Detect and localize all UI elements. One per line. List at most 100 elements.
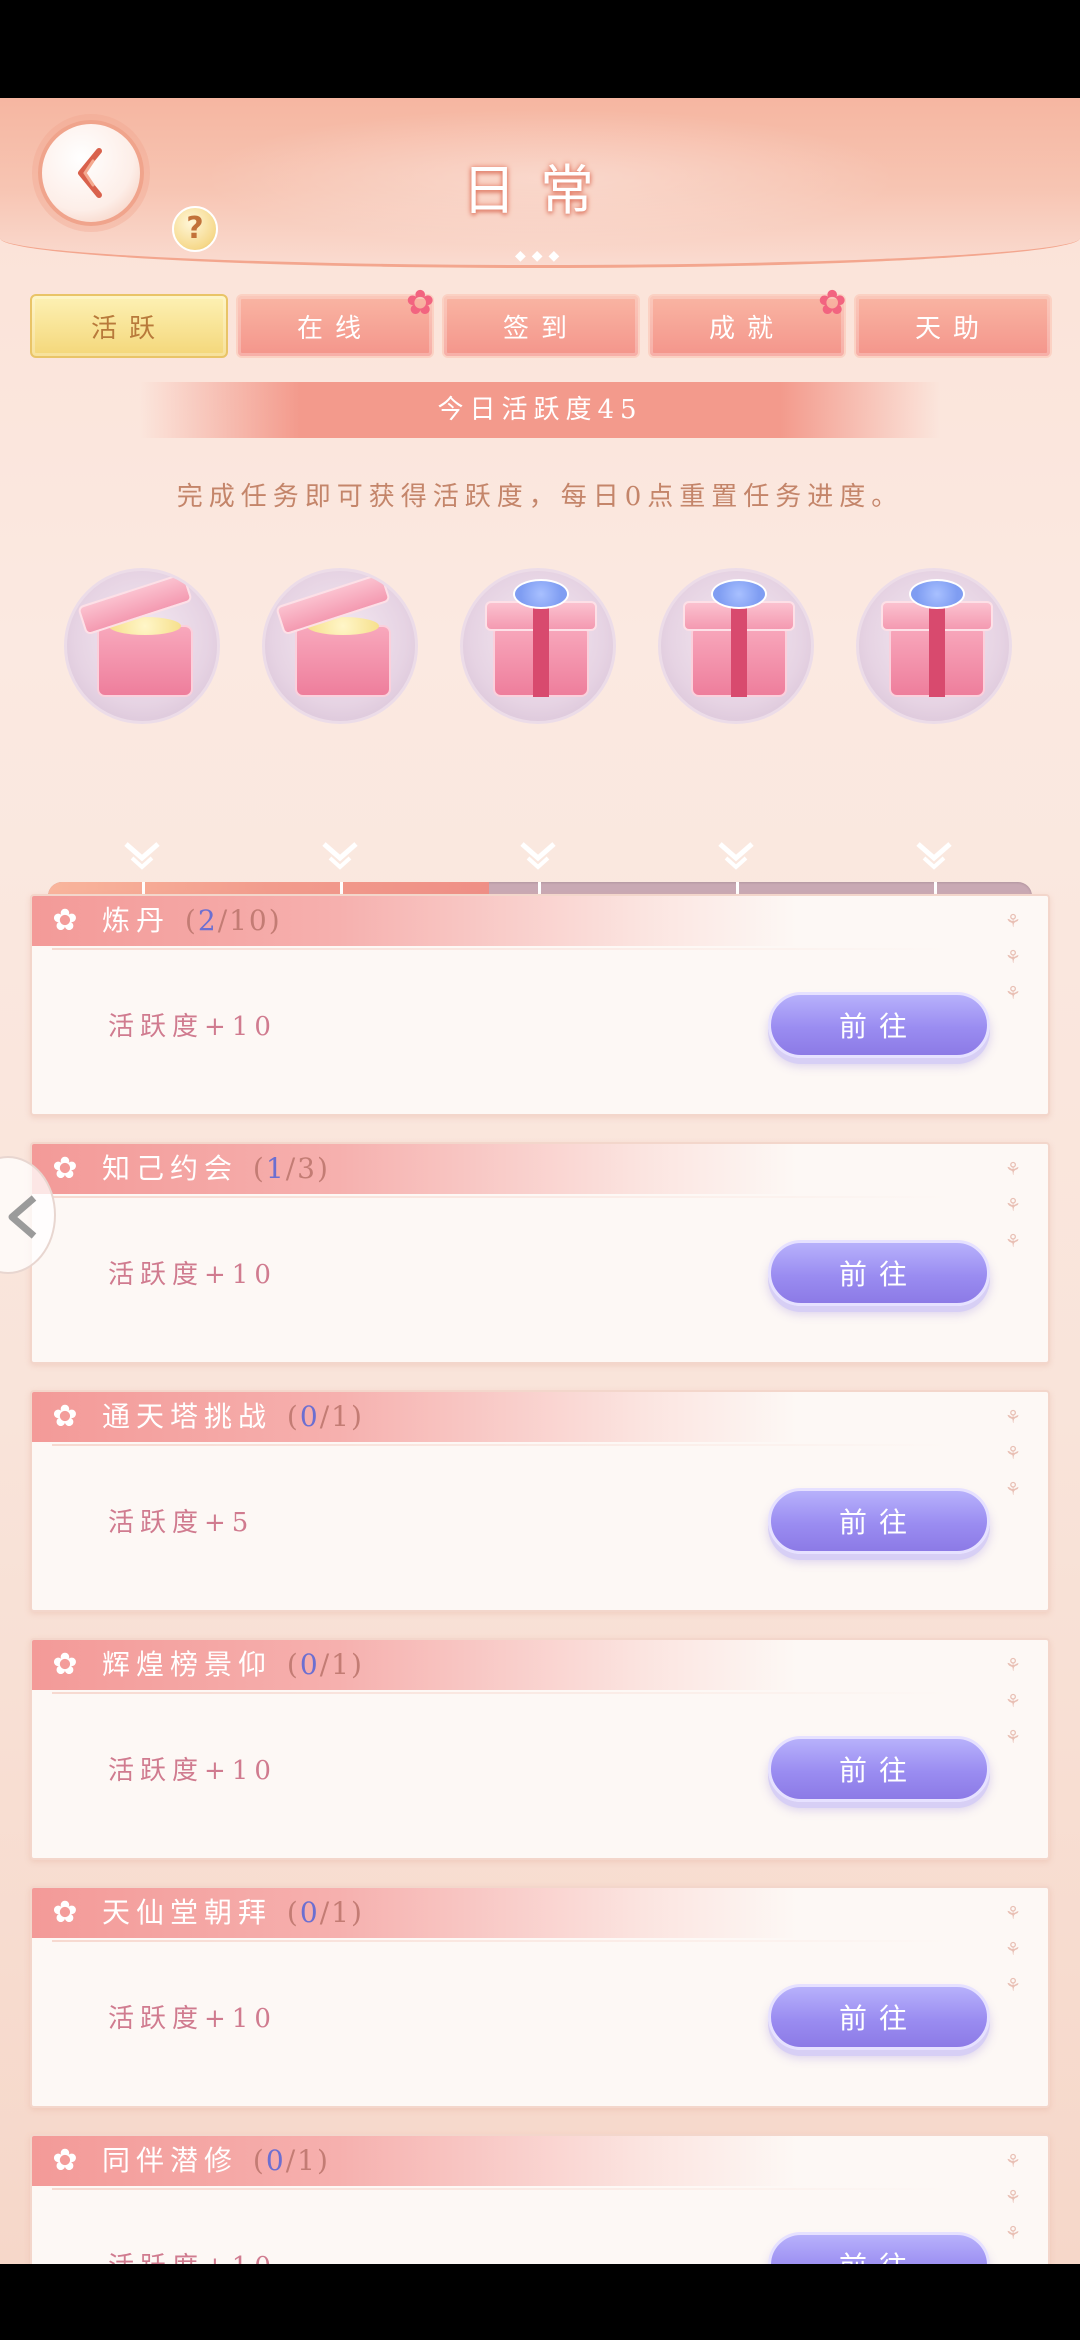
- divider: [52, 1692, 952, 1694]
- tab-label: 成就: [708, 313, 785, 344]
- gift-box-icon: [460, 568, 616, 724]
- gift-box-icon: [658, 568, 814, 724]
- flower-icon: ✿: [52, 903, 78, 938]
- flower-icon: ✿: [52, 1151, 78, 1186]
- task-title: 辉煌榜景仰 (0/1): [102, 1648, 364, 1682]
- go-button[interactable]: 前往: [768, 992, 990, 1058]
- butterfly-deco-icon: ⚘ ⚘ ⚘: [1004, 1903, 1022, 1996]
- task-card: ✿ 知己约会 (1/3) ⚘ ⚘ ⚘ 活跃度+10 前往: [30, 1142, 1050, 1364]
- butterfly-deco-icon: ⚘ ⚘ ⚘: [1004, 1159, 1022, 1252]
- task-progress-current: 0: [299, 1896, 320, 1929]
- reward-chest-50[interactable]: [460, 568, 616, 724]
- divider: [52, 1940, 952, 1942]
- task-progress: (1/3): [252, 1152, 330, 1185]
- task-title: 天仙堂朝拜 (0/1): [102, 1896, 364, 1930]
- navigation-bar: [0, 2264, 1080, 2340]
- butterfly-deco-icon: ⚘ ⚘ ⚘: [1004, 1407, 1022, 1500]
- gift-box-icon: [64, 568, 220, 724]
- divider: [52, 1444, 952, 1446]
- task-progress-total: /1: [319, 1896, 351, 1929]
- task-reward: 活跃度+10: [108, 1012, 277, 1042]
- reward-chest-10[interactable]: [64, 568, 220, 724]
- back-button[interactable]: [38, 120, 144, 226]
- marker-chevron-icon: [320, 840, 360, 870]
- reward-chest-120[interactable]: [856, 568, 1012, 724]
- go-button[interactable]: 前往: [768, 2232, 990, 2264]
- task-progress: (0/1): [286, 1648, 364, 1681]
- divider: [52, 948, 952, 950]
- task-progress-total: /3: [285, 1152, 317, 1185]
- tab-label: 天助: [914, 313, 991, 344]
- reward-chest-30[interactable]: [262, 568, 418, 724]
- task-name: 知己约会: [102, 1152, 239, 1185]
- tab-label: 活跃: [90, 313, 167, 344]
- task-progress-total: /10: [217, 904, 269, 937]
- activity-banner: 今日活跃度45: [140, 382, 940, 438]
- tab-bar: 活跃 在线 ✿ 签到 成就 ✿ 天助: [30, 286, 1052, 358]
- task-name: 炼丹: [102, 904, 171, 937]
- task-progress-current: 1: [265, 1152, 286, 1185]
- task-progress-total: /1: [285, 2144, 317, 2177]
- task-reward: 活跃度+10: [108, 1260, 277, 1290]
- tab-active-points[interactable]: 活跃: [30, 294, 228, 358]
- task-title: 同伴潜修 (0/1): [102, 2144, 330, 2178]
- task-progress: (0/1): [286, 1400, 364, 1433]
- page-title: 日常: [462, 159, 618, 222]
- task-card: ✿ 天仙堂朝拜 (0/1) ⚘ ⚘ ⚘ 活跃度+10 前往: [30, 1886, 1050, 2108]
- help-button[interactable]: ?: [172, 206, 218, 252]
- go-button[interactable]: 前往: [768, 1984, 990, 2050]
- flower-badge-icon: ✿: [406, 283, 447, 323]
- tab-online[interactable]: 在线 ✿: [236, 286, 435, 358]
- go-button[interactable]: 前往: [768, 1736, 990, 1802]
- task-name: 同伴潜修: [102, 2144, 239, 2177]
- marker-chevron-icon: [716, 840, 756, 870]
- task-reward: 活跃度+10: [108, 2004, 277, 2034]
- flower-icon: ✿: [52, 1399, 78, 1434]
- marker-chevron-icon: [914, 840, 954, 870]
- divider: [52, 1196, 952, 1198]
- task-card: ✿ 通天塔挑战 (0/1) ⚘ ⚘ ⚘ 活跃度+5 前往: [30, 1390, 1050, 1612]
- task-name: 通天塔挑战: [102, 1400, 273, 1433]
- reward-chest-80[interactable]: [658, 568, 814, 724]
- task-progress: (0/1): [252, 2144, 330, 2177]
- task-progress-current: 0: [299, 1400, 320, 1433]
- tab-label: 在线: [296, 313, 373, 344]
- task-name: 天仙堂朝拜: [102, 1896, 273, 1929]
- reward-row: [0, 568, 1080, 870]
- tab-sign-in[interactable]: 签到: [442, 294, 640, 358]
- task-progress-current: 0: [299, 1648, 320, 1681]
- go-button[interactable]: 前往: [768, 1488, 990, 1554]
- task-title: 知己约会 (1/3): [102, 1152, 330, 1186]
- task-reward: 活跃度+10: [108, 1756, 277, 1786]
- butterfly-deco-icon: ⚘ ⚘ ⚘: [1004, 2151, 1022, 2244]
- flower-icon: ✿: [52, 1895, 78, 1930]
- back-arrow-icon: [78, 148, 102, 198]
- task-title: 炼丹 (2/10): [102, 904, 282, 938]
- task-card: ✿ 炼丹 (2/10) ⚘ ⚘ ⚘ 活跃度+10 前往: [30, 894, 1050, 1116]
- task-progress-current: 0: [265, 2144, 286, 2177]
- header: 日常 ◆◆◆ ?: [0, 98, 1080, 268]
- task-card: ✿ 辉煌榜景仰 (0/1) ⚘ ⚘ ⚘ 活跃度+10 前往: [30, 1638, 1050, 1860]
- task-progress: (0/1): [286, 1896, 364, 1929]
- tab-blessing[interactable]: 天助: [854, 294, 1052, 358]
- task-progress: (2/10): [184, 904, 282, 937]
- go-button[interactable]: 前往: [768, 1240, 990, 1306]
- task-card: ✿ 同伴潜修 (0/1) ⚘⚘⚘ 活跃度+10 前往: [30, 2134, 1050, 2264]
- instruction-text: 完成任务即可获得活跃度，每日0点重置任务进度。: [176, 482, 904, 512]
- flower-icon: ✿: [52, 2143, 78, 2178]
- tab-achievement[interactable]: 成就 ✿: [648, 286, 847, 358]
- marker-chevron-icon: [122, 840, 162, 870]
- task-reward: 活跃度+10: [108, 2246, 277, 2264]
- flower-badge-icon: ✿: [818, 283, 859, 323]
- task-reward: 活跃度+5: [108, 1508, 255, 1538]
- butterfly-deco-icon: ⚘ ⚘ ⚘: [1004, 1655, 1022, 1748]
- task-progress-total: /1: [319, 1648, 351, 1681]
- daily-screen: 日常 ◆◆◆ ? 活跃 在线 ✿ 签到 成就 ✿ 天助 今日活跃度45 完成任务…: [0, 98, 1080, 2264]
- task-title: 通天塔挑战 (0/1): [102, 1400, 364, 1434]
- status-bar: [0, 0, 1080, 98]
- marker-chevron-icon: [518, 840, 558, 870]
- task-progress-current: 2: [197, 904, 218, 937]
- butterfly-deco-icon: ⚘ ⚘ ⚘: [1004, 911, 1022, 1004]
- gift-box-icon: [856, 568, 1012, 724]
- flower-icon: ✿: [52, 1647, 78, 1682]
